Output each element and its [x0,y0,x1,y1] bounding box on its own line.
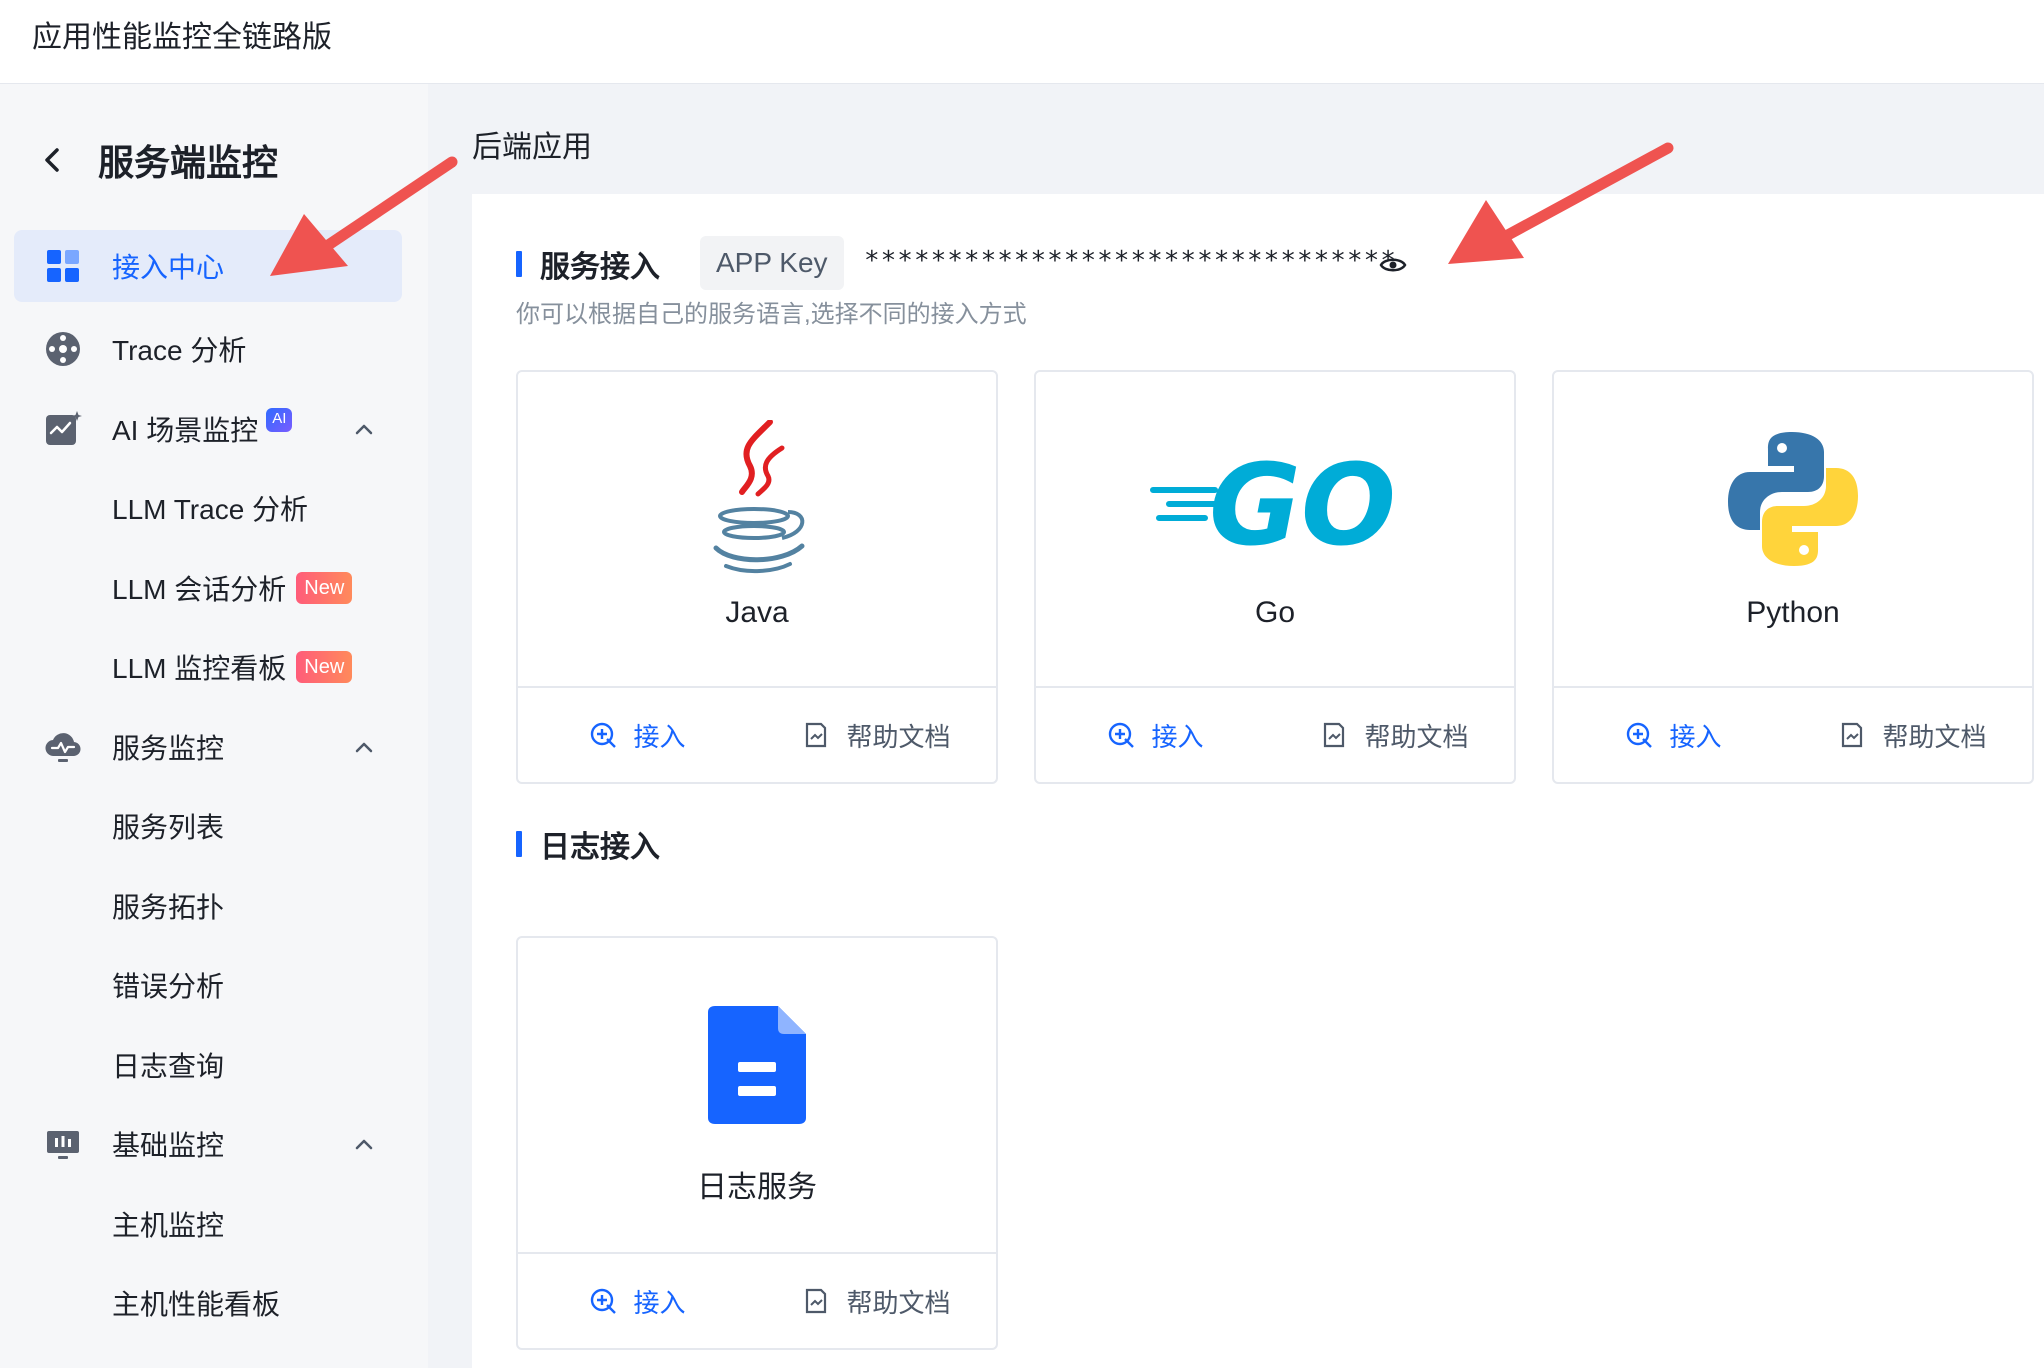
sidebar-item-label: LLM 会话分析 [112,573,287,605]
connect-button[interactable]: 接入 [1554,717,1793,754]
sidebar-title: 服务端监控 [98,142,279,183]
sidebar-item-label: 服务列表 [112,812,225,844]
sidebar-item-label: 接入中心 [112,252,225,283]
sidebar-item-host-monitor[interactable]: 主机监控 [14,1184,402,1264]
java-logo-icon [713,420,805,574]
sidebar-item-error-analysis[interactable]: 错误分析 [14,946,402,1026]
sidebar-item-label: 服务拓扑 [112,891,225,923]
sidebar-item-label: AI 场景监控 [112,414,259,446]
monitor-bars-icon [47,1131,79,1160]
sidebar-item-llm-trace[interactable]: LLM Trace 分析 [14,469,402,549]
card-footer: 接入 帮助文档 [518,686,996,782]
sidebar-item-service-topology[interactable]: 服务拓扑 [14,866,402,946]
connect-icon [591,1288,617,1314]
card-name: Go [1254,596,1296,629]
chevron-left-icon[interactable] [40,147,66,173]
connect-icon [591,722,617,748]
card-footer: 接入 帮助文档 [1036,686,1514,782]
sidebar-item-label: 错误分析 [112,971,225,1003]
help-docs-button[interactable]: 帮助文档 [1793,717,2032,754]
help-docs-button[interactable]: 帮助文档 [757,717,996,754]
appkey-value: ******************************** [864,246,1397,276]
log-service-card[interactable]: 日志服务 接入 帮助文档 [516,936,998,1350]
section-title-text: 服务接入 [540,251,660,284]
content-panel: 服务接入 APP Key ***************************… [472,194,2044,1368]
sidebar-item-basic-monitor[interactable]: 基础监控 [14,1105,402,1185]
app-title: 应用性能监控全链路版 [32,21,332,54]
log-section-title: 日志接入 [516,822,660,866]
service-section-title: 服务接入 [516,242,660,286]
sidebar-item-label: 主机监控 [112,1209,225,1241]
sidebar-item-label: 日志查询 [112,1050,225,1082]
card-name: 日志服务 [697,1171,817,1204]
sidebar-item-label: 基础监控 [112,1130,225,1162]
eye-icon[interactable] [1378,250,1408,280]
card-footer: 接入 帮助文档 [1554,686,2032,782]
python-logo-icon [1728,432,1858,566]
ai-badge: AI [266,407,293,432]
sidebar-item-label: 主机性能看板 [112,1289,281,1321]
section-title-text: 日志接入 [540,831,660,864]
new-badge: New [296,651,353,684]
section-description: 你可以根据自己的服务语言,选择不同的接入方式 [516,301,1027,328]
section-bar [516,831,522,857]
document-icon [1324,722,1345,748]
sidebar-item-trace-analysis[interactable]: Trace 分析 [14,310,402,390]
go-logo-icon: GO [1150,448,1396,558]
sidebar-item-label: LLM Trace 分析 [112,494,309,526]
connect-button[interactable]: 接入 [1036,717,1275,754]
page-title: 后端应用 [472,131,592,164]
appkey-tag: APP Key [700,236,844,290]
top-bar: 应用性能监控全链路版 [0,0,2044,84]
log-document-icon [708,1006,806,1124]
connect-icon [1627,722,1653,748]
card-name: Python [1746,596,1840,629]
dashboard-grid-icon [47,250,79,282]
sidebar-item-ai-monitor[interactable]: AI 场景监控 AI [14,389,402,469]
ai-monitor-icon [46,410,82,445]
chevron-up-icon[interactable] [354,1138,374,1150]
new-badge: New [296,571,353,604]
sidebar-header: 服务端监控 [40,134,278,186]
sidebar-item-label: 服务监控 [112,732,225,764]
sidebar-item-service-list[interactable]: 服务列表 [14,787,402,867]
card-name: Java [725,596,789,629]
go-card[interactable]: GO Go 接入 帮助文档 [1034,370,1516,784]
chevron-up-icon[interactable] [354,423,374,435]
sidebar: 服务端监控 接入中心 Trace 分析 AI 场景监控 AI LLM Trace… [0,84,428,1368]
cloud-pulse-icon [45,732,81,762]
connect-button[interactable]: 接入 [518,717,757,754]
sidebar-item-service-monitor[interactable]: 服务监控 [14,707,402,787]
sidebar-item-host-dashboard[interactable]: 主机性能看板 [14,1264,402,1344]
python-card[interactable]: Python 接入 帮助文档 [1552,370,2034,784]
go-logo-text: GO [1209,448,1396,558]
sidebar-nav: 接入中心 Trace 分析 AI 场景监控 AI LLM Trace 分析 LL… [14,230,402,1343]
sidebar-item-label: LLM 监控看板 [112,653,287,685]
java-card[interactable]: Java 接入 帮助文档 [516,370,998,784]
sidebar-item-llm-session[interactable]: LLM 会话分析 New [14,548,402,628]
sidebar-item-access-center[interactable]: 接入中心 [14,230,402,302]
sidebar-item-llm-dashboard[interactable]: LLM 监控看板 New [14,628,402,708]
trace-icon [46,332,80,367]
connect-button[interactable]: 接入 [518,1283,757,1320]
sidebar-item-label: Trace 分析 [112,335,247,367]
chevron-up-icon[interactable] [354,741,374,753]
card-footer: 接入 帮助文档 [518,1252,996,1348]
connect-icon [1109,722,1135,748]
help-docs-button[interactable]: 帮助文档 [757,1283,996,1320]
document-icon [1842,722,1863,748]
section-bar [516,251,522,277]
sidebar-item-log-query[interactable]: 日志查询 [14,1025,402,1105]
document-icon [806,1288,827,1314]
document-icon [806,722,827,748]
help-docs-button[interactable]: 帮助文档 [1275,717,1514,754]
